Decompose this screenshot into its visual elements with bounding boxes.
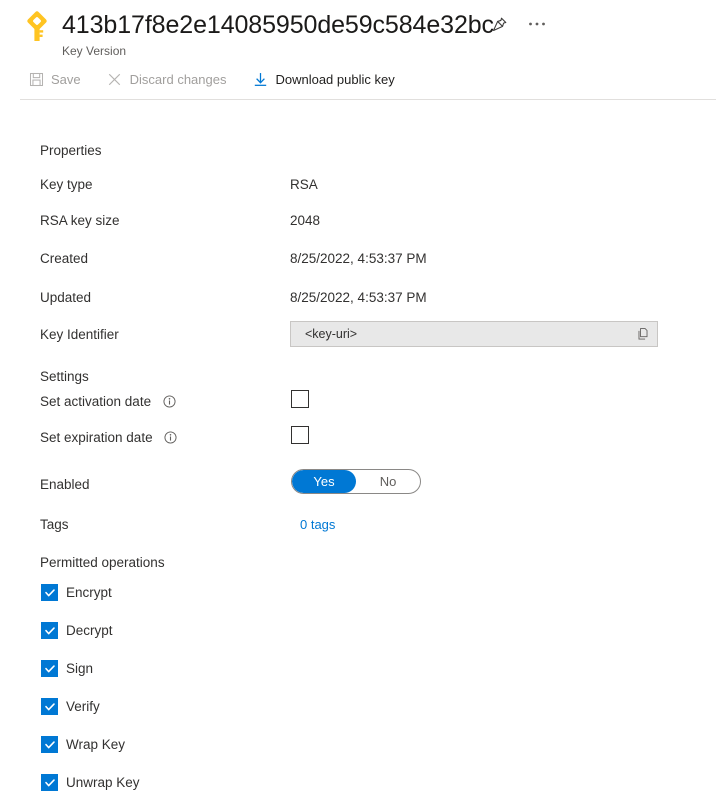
row-key-type: Key type RSA xyxy=(0,177,720,199)
download-public-key-button[interactable]: Download public key xyxy=(250,64,404,94)
info-icon[interactable] xyxy=(164,431,177,447)
permitted-operation-checkbox[interactable] xyxy=(41,622,58,639)
page-subtitle: Key Version xyxy=(62,43,720,59)
key-version-page: 413b17f8e2e14085950de59c584e32bc Key Ver… xyxy=(0,0,720,809)
download-arrow-icon xyxy=(252,71,268,87)
permitted-operation-label: Sign xyxy=(66,661,93,676)
enabled-toggle-no[interactable]: No xyxy=(356,470,420,493)
key-icon xyxy=(20,10,54,44)
set-expiration-date-label: Set expiration date xyxy=(40,430,177,447)
permitted-operation-label: Encrypt xyxy=(66,585,112,600)
permitted-operation-label: Verify xyxy=(66,699,100,714)
download-public-key-label: Download public key xyxy=(275,72,394,87)
key-type-value: RSA xyxy=(290,177,318,192)
row-enabled: Enabled Yes No xyxy=(0,477,720,499)
tags-label: Tags xyxy=(40,517,69,532)
permitted-operation-checkbox[interactable] xyxy=(41,774,58,791)
row-set-activation-date: Set activation date xyxy=(0,394,720,416)
enabled-label: Enabled xyxy=(40,477,90,492)
list-item: Verify xyxy=(0,698,720,720)
created-label: Created xyxy=(40,251,88,266)
permitted-operation-checkbox[interactable] xyxy=(41,584,58,601)
save-button[interactable]: Save xyxy=(26,64,91,94)
more-ellipsis-icon[interactable] xyxy=(526,13,548,35)
info-icon[interactable] xyxy=(163,395,176,411)
row-updated: Updated 8/25/2022, 4:53:37 PM xyxy=(0,290,720,312)
set-activation-date-checkbox[interactable] xyxy=(291,390,309,408)
created-value: 8/25/2022, 4:53:37 PM xyxy=(290,251,427,266)
list-item: Encrypt xyxy=(0,584,720,606)
command-bar: Save Discard changes xyxy=(0,64,720,94)
row-set-expiration-date: Set expiration date xyxy=(0,430,720,452)
copy-icon[interactable] xyxy=(629,322,657,346)
permitted-operation-label: Unwrap Key xyxy=(66,775,140,790)
row-key-identifier: Key Identifier <key-uri> xyxy=(0,327,720,349)
set-expiration-date-checkbox[interactable] xyxy=(291,426,309,444)
header-actions xyxy=(488,13,548,35)
set-expiration-date-text: Set expiration date xyxy=(40,430,153,445)
pin-icon[interactable] xyxy=(488,13,510,35)
list-item: Wrap Key xyxy=(0,736,720,758)
permitted-operation-label: Decrypt xyxy=(66,623,113,638)
row-rsa-key-size: RSA key size 2048 xyxy=(0,213,720,235)
permitted-operation-checkbox[interactable] xyxy=(41,660,58,677)
save-label: Save xyxy=(51,72,81,87)
close-x-icon xyxy=(107,71,123,87)
updated-label: Updated xyxy=(40,290,91,305)
row-tags: Tags 0 tags xyxy=(0,517,720,539)
section-header-properties: Properties xyxy=(0,143,102,158)
list-item: Decrypt xyxy=(0,622,720,644)
discard-changes-button[interactable]: Discard changes xyxy=(105,64,237,94)
section-header-settings: Settings xyxy=(0,369,89,384)
list-item: Unwrap Key xyxy=(0,774,720,796)
updated-value: 8/25/2022, 4:53:37 PM xyxy=(290,290,427,305)
tags-link[interactable]: 0 tags xyxy=(300,517,335,532)
key-type-label: Key type xyxy=(40,177,93,192)
key-identifier-value: <key-uri> xyxy=(291,327,629,341)
rsa-key-size-value: 2048 xyxy=(290,213,320,228)
title-block: 413b17f8e2e14085950de59c584e32bc Key Ver… xyxy=(62,10,720,59)
set-activation-date-label: Set activation date xyxy=(40,394,176,411)
section-header-permitted-operations: Permitted operations xyxy=(0,555,165,570)
set-activation-date-text: Set activation date xyxy=(40,394,151,409)
enabled-toggle-yes[interactable]: Yes xyxy=(292,470,356,493)
key-identifier-label: Key Identifier xyxy=(40,327,119,342)
enabled-toggle[interactable]: Yes No xyxy=(291,469,421,494)
page-header: 413b17f8e2e14085950de59c584e32bc Key Ver… xyxy=(0,0,720,62)
row-created: Created 8/25/2022, 4:53:37 PM xyxy=(0,251,720,273)
permitted-operation-checkbox[interactable] xyxy=(41,736,58,753)
permitted-operation-checkbox[interactable] xyxy=(41,698,58,715)
list-item: Sign xyxy=(0,660,720,682)
discard-changes-label: Discard changes xyxy=(130,72,227,87)
toolbar-divider xyxy=(20,99,716,100)
page-title: 413b17f8e2e14085950de59c584e32bc xyxy=(62,10,494,40)
save-disk-icon xyxy=(28,71,44,87)
permitted-operation-label: Wrap Key xyxy=(66,737,125,752)
key-identifier-field[interactable]: <key-uri> xyxy=(290,321,658,347)
rsa-key-size-label: RSA key size xyxy=(40,213,120,228)
